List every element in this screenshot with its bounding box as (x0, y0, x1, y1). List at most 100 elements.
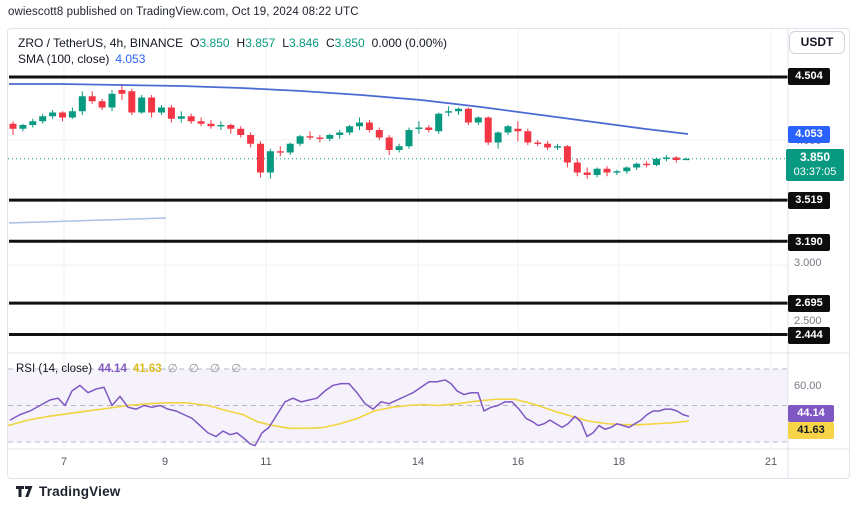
candle-body (316, 138, 323, 139)
chart-card: ZRO / TetherUS, 4h, BINANCEO3.850H3.857L… (7, 28, 850, 479)
resistance-price-label-4504: 4.504 (788, 68, 830, 85)
candle-body (663, 158, 670, 159)
candle-body (128, 91, 135, 112)
rsi-empty-values: ∅ ∅ ∅ ∅ (168, 363, 246, 375)
candle (257, 141, 264, 177)
candle-body (247, 135, 254, 144)
candle-body (505, 126, 512, 132)
candle (633, 163, 640, 171)
candle-body (534, 143, 541, 144)
candle (465, 108, 472, 126)
close-label: C (326, 36, 335, 50)
candle-body (604, 169, 611, 173)
low-label: L (282, 36, 289, 50)
x-axis-tick-21: 21 (757, 456, 785, 468)
sma-legend: SMA (100, close)4.053 (18, 52, 145, 66)
candle (663, 155, 670, 161)
rsi-axis-label-60: 60.00 (794, 380, 822, 393)
candle-body (633, 164, 640, 168)
brand-name: TradingView (39, 484, 120, 499)
candle (237, 126, 244, 137)
candle (653, 158, 660, 167)
sma-price-label: 4.053 (788, 126, 830, 143)
candle (89, 91, 96, 104)
x-axis-tick-14: 14 (404, 456, 432, 468)
candle-body (49, 113, 56, 117)
candle-body (297, 136, 304, 144)
candle (673, 156, 680, 162)
candle-body (29, 121, 36, 125)
candle (643, 161, 650, 167)
x-axis-tick-16: 16 (504, 456, 532, 468)
symbol-legend: ZRO / TetherUS, 4h, BINANCEO3.850H3.857L… (18, 36, 447, 50)
candle (435, 113, 442, 134)
candle (247, 133, 254, 148)
candle (386, 135, 393, 155)
candle (79, 91, 86, 115)
chart-canvas[interactable] (8, 29, 849, 478)
candle-body (208, 124, 215, 127)
candle-body (683, 159, 690, 160)
candle-body (178, 116, 185, 119)
candle (10, 121, 17, 135)
candle (485, 116, 492, 145)
close-value: 3.850 (335, 36, 365, 50)
candle (524, 129, 531, 145)
candle-body (99, 101, 106, 107)
candle-body (227, 125, 234, 129)
candle-body (336, 133, 343, 136)
candle (217, 121, 224, 130)
candle (158, 105, 165, 115)
x-axis-tick-7: 7 (50, 456, 78, 468)
candle (366, 120, 373, 133)
support-price-label-3519: 3.519 (788, 192, 830, 209)
rsi-value-label: 44.14 (788, 405, 834, 422)
axis-label-3000: 3.000 (794, 257, 822, 270)
tradingview-logo-link[interactable]: TradingView (16, 484, 120, 499)
last-price-label: 3.850 03:37:05 (786, 149, 844, 181)
x-axis-tick-18: 18 (605, 456, 633, 468)
candle (445, 106, 452, 116)
candle-body (89, 96, 96, 101)
candle (534, 140, 541, 146)
currency-toggle-button[interactable]: USDT (789, 31, 845, 54)
high-label: H (237, 36, 246, 50)
candle (564, 145, 571, 168)
candle (138, 95, 145, 114)
candle (59, 111, 66, 121)
candle (297, 135, 304, 146)
candle-body (158, 108, 165, 113)
support-price-label-2695: 2.695 (788, 295, 830, 312)
candle-body (396, 146, 403, 150)
rsi-label: RSI (14, close) (16, 363, 92, 375)
candle-body (544, 144, 551, 148)
candle (584, 168, 591, 179)
candle-body (109, 94, 116, 108)
candle (514, 121, 521, 141)
candle-body (584, 173, 591, 176)
candle-body (39, 116, 46, 121)
candle (49, 110, 56, 119)
candle-body (287, 144, 294, 153)
rsi-ma-value-label: 41.63 (788, 422, 834, 439)
candle (109, 90, 116, 111)
candle (208, 120, 215, 129)
candle-body (148, 98, 155, 113)
candle-body (79, 96, 86, 111)
candle-body (198, 121, 205, 124)
candle-body (168, 108, 175, 119)
candle-body (406, 130, 413, 146)
candle-body (366, 123, 373, 131)
candle-body (673, 158, 680, 161)
sma-value: 4.053 (115, 52, 145, 66)
candle-body (623, 168, 630, 172)
candle-body (475, 118, 482, 123)
candle-body (356, 123, 363, 127)
change-value: 0.000 (0.00%) (372, 36, 447, 50)
support-price-label-3190: 3.190 (788, 234, 830, 251)
candle (188, 114, 195, 124)
candle (267, 149, 274, 179)
rsi-legend: RSI (14, close)44.1441.63∅ ∅ ∅ ∅ (16, 361, 245, 375)
candle-body (69, 111, 76, 117)
candle-body (118, 90, 125, 94)
